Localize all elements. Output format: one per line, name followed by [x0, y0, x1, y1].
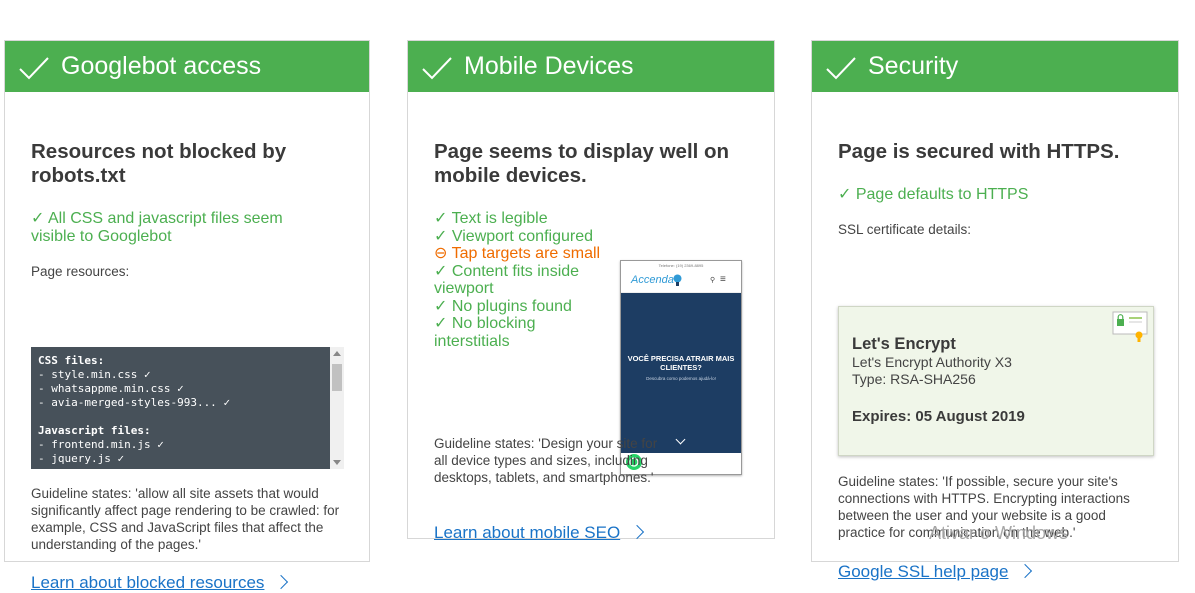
- mobile-check-item: ✓ Content fits inside viewport: [434, 262, 580, 298]
- googlebot-card-header: Googlebot access: [5, 41, 369, 92]
- security-card: Security Page is secured with HTTPS. ✓ P…: [811, 40, 1179, 581]
- check-icon: [422, 56, 452, 79]
- warning-circle-icon: ⊖: [434, 245, 452, 262]
- ssl-certificate: Let's Encrypt Let's Encrypt Authority X3…: [838, 306, 1154, 456]
- chevron-right-icon: [1018, 563, 1033, 579]
- css-files-heading: CSS files:: [38, 354, 105, 367]
- ssl-help-link[interactable]: Google SSL help page: [838, 562, 1033, 582]
- check-icon: ✓: [434, 227, 452, 245]
- menu-icon: ≡: [720, 274, 726, 285]
- mobile-check-item: ✓ No blocking interstitials: [434, 315, 536, 350]
- phone-nav: Accenda ⚲ ≡: [621, 270, 741, 293]
- ssl-details-label: SSL certificate details:: [838, 222, 972, 237]
- css-file-item: - whatsappme.min.css ✓: [38, 382, 184, 395]
- mobile-check-item: ✓ Viewport configured: [434, 227, 593, 245]
- check-icon: ✓: [434, 210, 452, 227]
- check-icon: ✓: [434, 297, 452, 315]
- check-icon: ✓: [177, 382, 184, 395]
- security-card-title: Security: [868, 52, 959, 80]
- mobile-seo-link[interactable]: Learn about mobile SEO: [434, 523, 645, 543]
- mobile-check-item-warning: ⊖ Tap targets are small: [434, 245, 601, 262]
- code-scrollbar[interactable]: [330, 347, 344, 469]
- check-icon: ✓: [838, 186, 856, 203]
- cert-expiry: Expires: 05 August 2019: [852, 408, 1025, 425]
- lightbulb-icon: [673, 274, 682, 286]
- blocked-resources-link[interactable]: Learn about blocked resources: [31, 573, 289, 593]
- chevron-down-icon: [675, 434, 686, 445]
- security-heading: Page is secured with HTTPS.: [838, 140, 1120, 163]
- chevron-right-icon: [630, 524, 645, 540]
- js-files-heading: Javascript files:: [38, 424, 151, 437]
- mobile-card-title: Mobile Devices: [464, 52, 634, 80]
- googlebot-card-title: Googlebot access: [61, 52, 262, 80]
- check-icon: ✓: [143, 368, 151, 381]
- check-icon: [19, 56, 49, 79]
- css-file-item: - avia-merged-styles-993... ✓: [38, 396, 231, 409]
- check-icon: ✓: [223, 396, 231, 409]
- mobile-card-header: Mobile Devices: [408, 41, 774, 92]
- certificate-icon: [1112, 311, 1148, 342]
- googlebot-heading: Resources not blocked by robots.txt: [31, 140, 287, 187]
- chevron-right-icon: [274, 574, 289, 590]
- scroll-down-icon[interactable]: [333, 460, 341, 465]
- scroll-up-icon[interactable]: [333, 351, 341, 356]
- mobile-check-item: ✓ No plugins found: [434, 297, 572, 315]
- check-icon: ✓: [157, 438, 164, 451]
- check-icon: ✓: [434, 315, 452, 332]
- search-icon: ⚲: [710, 277, 716, 284]
- js-file-item: - jquery.js ✓: [38, 452, 125, 465]
- check-icon: [826, 56, 856, 79]
- phone-hero-subtitle: Descubra como podemos ajudá-lo!: [646, 376, 716, 381]
- googlebot-status: ✓ All CSS and javascript files seem visi…: [31, 210, 283, 245]
- cert-type: Type: RSA-SHA256: [852, 371, 976, 387]
- resources-code-text: CSS files: - style.min.css ✓ - whatsappme.…: [31, 347, 344, 466]
- phone-logo: Accenda: [631, 274, 674, 286]
- resources-code-box[interactable]: CSS files: - style.min.css ✓ - whatsappme.…: [31, 347, 344, 469]
- js-file-item: - frontend.min.js ✓: [38, 438, 164, 451]
- check-icon: ✓: [434, 262, 452, 280]
- mobile-check-item: ✓ Text is legible: [434, 210, 548, 227]
- page-resources-label: Page resources:: [31, 264, 130, 279]
- phone-hero: VOCÊ PRECISA ATRAIR MAIS CLIENTES? Descu…: [621, 293, 741, 453]
- cert-issuer: Let's Encrypt: [852, 335, 956, 353]
- check-icon: ✓: [31, 210, 48, 227]
- windows-activation-watermark: Ativar o Windows: [929, 523, 1069, 543]
- mobile-card: Mobile Devices Page seems to display wel…: [407, 40, 775, 542]
- scroll-thumb[interactable]: [332, 364, 342, 391]
- security-status: ✓ Page defaults to HTTPS: [838, 186, 1029, 203]
- googlebot-card: Googlebot access Resources not blocked b…: [4, 40, 370, 592]
- phone-hero-title: VOCÊ PRECISA ATRAIR MAIS CLIENTES?: [627, 354, 735, 372]
- phone-top-bar: Telefone: (19) 2369-8895: [658, 263, 704, 268]
- check-icon: ✓: [117, 452, 125, 465]
- css-file-item: - style.min.css ✓: [38, 368, 151, 381]
- mobile-checks-list: ✓ Text is legible ✓ Viewport configured …: [434, 210, 614, 350]
- security-card-header: Security: [812, 41, 1178, 92]
- mobile-heading: Page seems to display well on mobile dev…: [434, 140, 730, 187]
- cert-authority: Let's Encrypt Authority X3: [852, 354, 1012, 370]
- mobile-guideline: Guideline states: 'Design your site for …: [434, 436, 658, 485]
